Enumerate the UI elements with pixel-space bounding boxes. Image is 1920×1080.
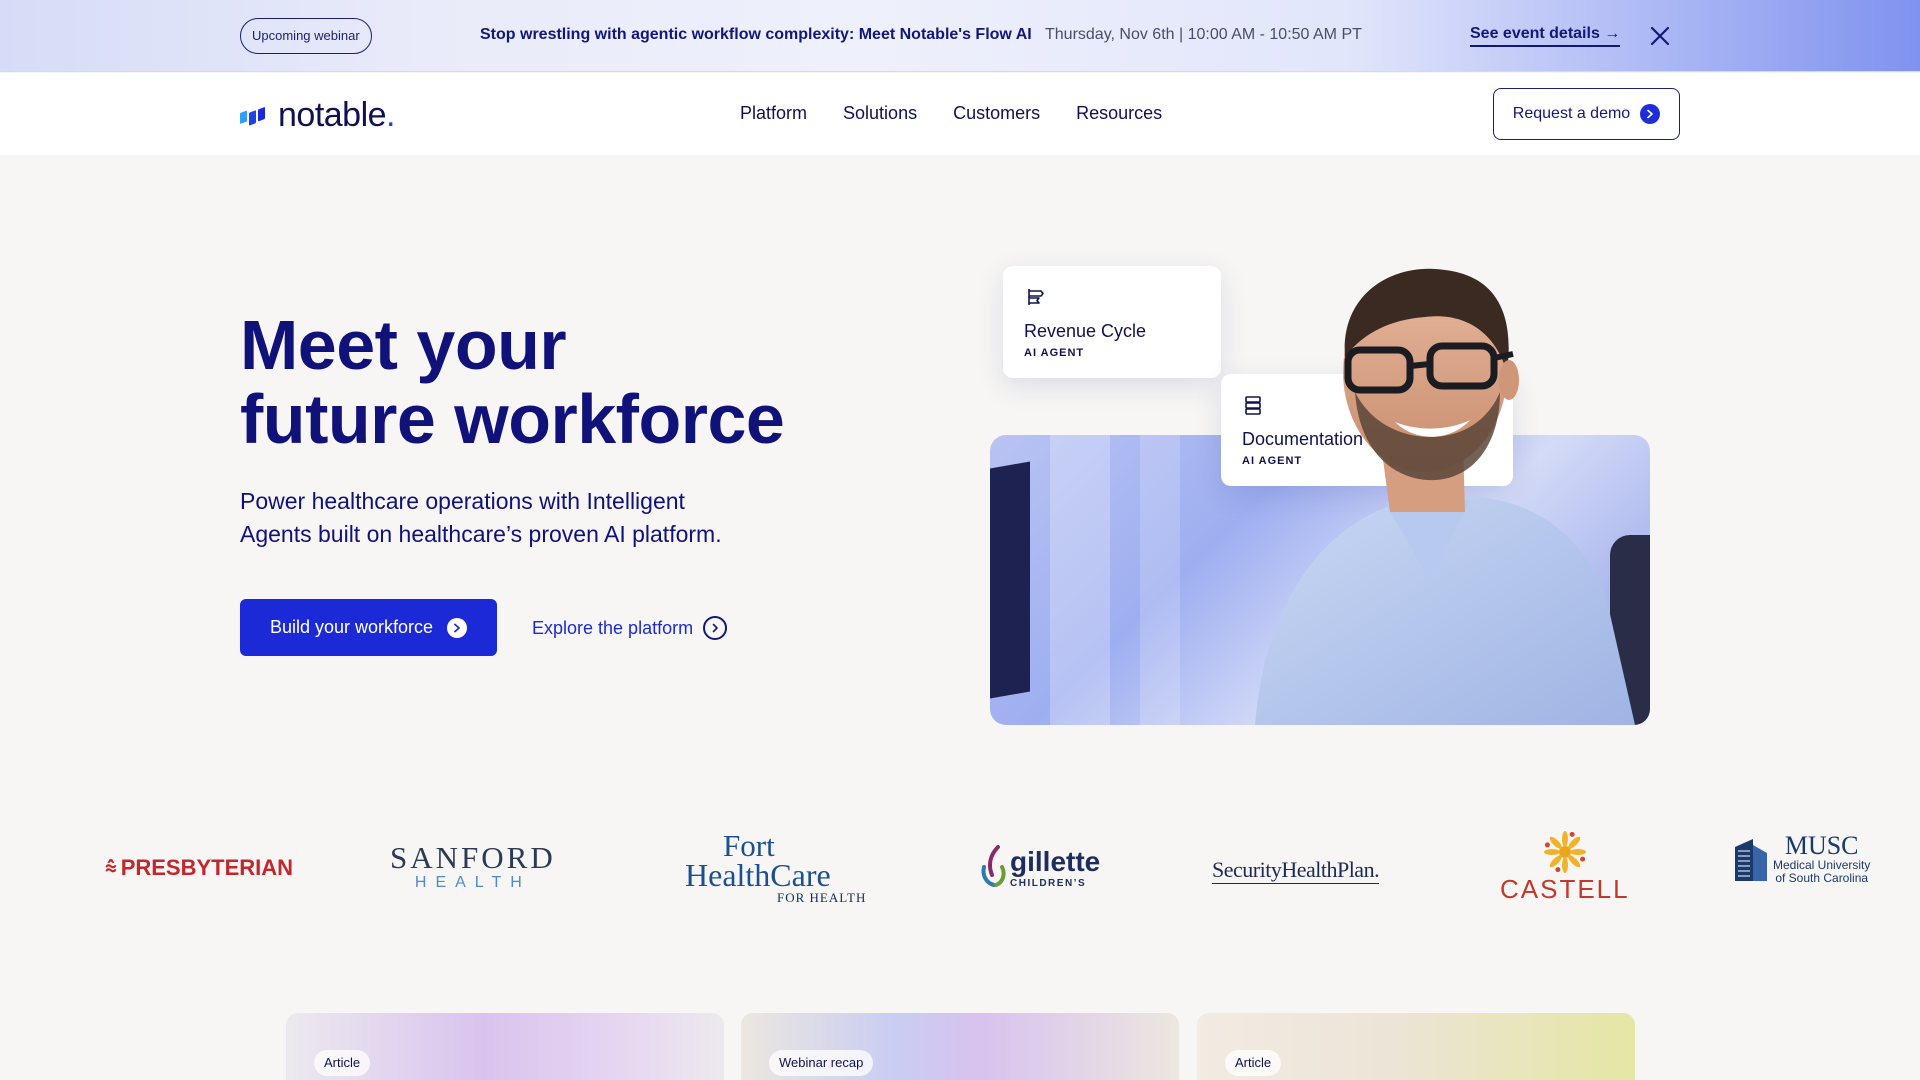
hero-title-line-2: future workforce — [240, 380, 785, 458]
gillette-childrens-logo: gillette CHILDREN’S — [980, 845, 1100, 889]
banner-headline[interactable]: Stop wrestling with agentic workflow com… — [480, 26, 1032, 44]
signpost-icon — [1028, 289, 1044, 305]
close-icon[interactable] — [1648, 24, 1672, 48]
logo-wordmark: notable — [278, 95, 387, 134]
castell-logo: CASTELL — [1500, 830, 1630, 905]
sanford-health-word: HEALTH — [414, 874, 531, 891]
presbyterian-mark-icon: ⩯ — [105, 856, 117, 879]
request-demo-button[interactable]: Request a demo — [1493, 88, 1680, 140]
build-workforce-button[interactable]: Build your workforce — [240, 599, 497, 656]
hero-title-line-1: Meet your — [240, 306, 567, 384]
hero-title: Meet your future workforce — [240, 308, 860, 456]
castell-name: CASTELL — [1500, 874, 1630, 904]
presbyterian-name: PRESBYTERIAN — [120, 855, 294, 880]
arrow-right-circle-icon — [703, 616, 728, 640]
resource-badge: Webinar recap — [769, 1050, 874, 1076]
fort-word: Fort — [723, 828, 775, 863]
gillette-childrens: CHILDREN’S — [1010, 877, 1087, 889]
resource-card[interactable]: Article — [286, 1013, 724, 1080]
resource-badge: Article — [314, 1050, 371, 1076]
build-workforce-label: Build your workforce — [269, 617, 434, 637]
logo-dot: . — [386, 95, 396, 134]
healthcare-word: HealthCare — [685, 857, 831, 893]
presbyterian-logo: ⩯ PRESBYTERIAN — [105, 855, 293, 881]
for-health-word: FOR HEALTH — [777, 890, 867, 905]
musc-line-3: of South Carolina — [1775, 871, 1869, 885]
revenue-cycle-agent-card: Revenue Cycle AI AGENT — [1003, 266, 1221, 378]
hero-subtitle: Power healthcare operations with Intelli… — [240, 485, 800, 551]
see-event-details-link[interactable]: See event details → — [1470, 25, 1621, 47]
nav-links: Platform Solutions Customers Resources — [740, 103, 1198, 124]
notable-logo[interactable]: notable. — [240, 95, 396, 135]
resource-card[interactable]: Webinar recap — [741, 1013, 1179, 1080]
banner-datetime: Thursday, Nov 6th | 10:00 AM - 10:50 AM … — [1045, 26, 1362, 43]
agent-card-tag: AI AGENT — [1024, 347, 1085, 359]
sanford-health-logo: SANFORD HEALTH — [390, 840, 556, 892]
main-nav: notable. Platform Solutions Customers Re… — [0, 73, 1920, 155]
security-health-plan-logo: SecurityHealthPlan. — [1212, 857, 1380, 884]
notable-logo-mark-icon — [240, 107, 265, 126]
nav-solutions[interactable]: Solutions — [843, 103, 917, 124]
musc-building-icon — [1735, 839, 1767, 881]
musc-logo: MUSC Medical University of South Carolin… — [1733, 833, 1870, 885]
nav-customers[interactable]: Customers — [953, 103, 1040, 124]
resource-badge: Article — [1225, 1050, 1282, 1076]
hero-subtitle-line-1: Power healthcare operations with Intelli… — [240, 488, 685, 514]
explore-platform-label: Explore the platform — [532, 617, 694, 638]
gillette-leaf-icon — [981, 845, 1006, 887]
explore-platform-link[interactable]: Explore the platform — [532, 613, 728, 643]
sanford-name: SANFORD — [390, 840, 556, 875]
arrow-right-circle-icon — [1640, 104, 1661, 124]
resource-card[interactable]: Article — [1197, 1013, 1635, 1080]
announcement-banner: Upcoming webinar Stop wrestling with age… — [0, 0, 1920, 72]
smiling-man-photo — [1255, 268, 1635, 725]
musc-name: MUSC — [1784, 831, 1859, 860]
arrow-right-circle-icon — [447, 617, 468, 638]
agent-card-title: Revenue Cycle — [1024, 321, 1147, 341]
nav-resources[interactable]: Resources — [1076, 103, 1162, 124]
hero-subtitle-line-2: Agents built on healthcare’s proven AI p… — [240, 521, 722, 547]
fort-healthcare-logo: Fort HealthCare FOR HEALTH — [685, 828, 867, 906]
upcoming-webinar-pill: Upcoming webinar — [240, 18, 372, 54]
request-demo-label: Request a demo — [1512, 105, 1631, 122]
sunburst-icon — [1543, 831, 1586, 873]
nav-platform[interactable]: Platform — [740, 103, 807, 124]
gillette-name: gillette — [1010, 845, 1101, 877]
